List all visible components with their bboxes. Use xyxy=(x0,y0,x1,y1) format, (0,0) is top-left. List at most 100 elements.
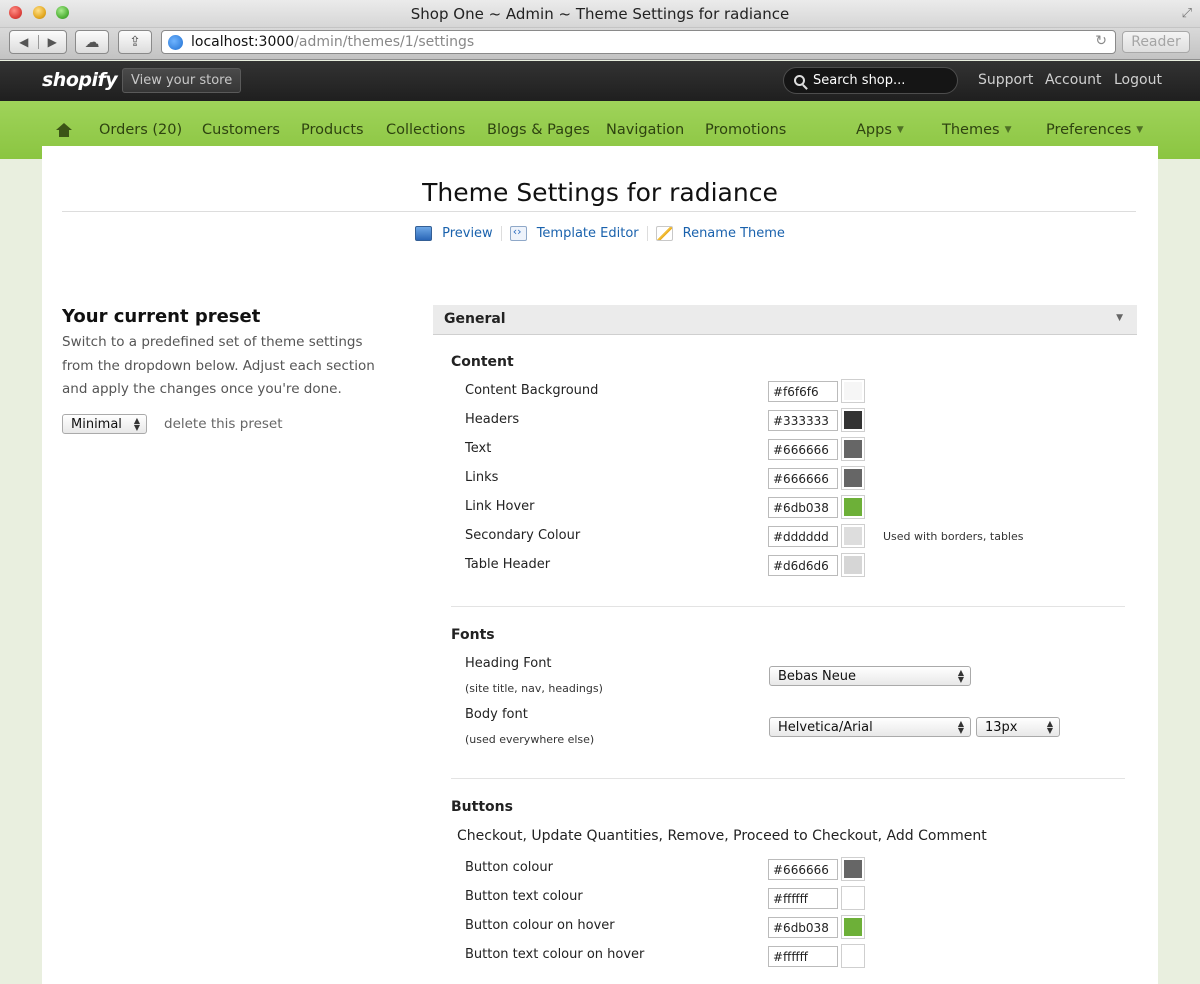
content-background-swatch[interactable] xyxy=(841,379,865,403)
monitor-icon xyxy=(415,226,433,241)
color-swatch-fill xyxy=(844,947,862,965)
link-hover-swatch[interactable] xyxy=(841,495,865,519)
body-font-select[interactable]: Helvetica/Arial ▲ ▼ xyxy=(769,717,971,737)
template-editor-link[interactable]: Template Editor xyxy=(500,225,647,241)
select-arrows-icon: ▲ ▼ xyxy=(1046,719,1053,735)
links-label: Links xyxy=(465,470,499,485)
nav-orders[interactable]: Orders (20) xyxy=(99,122,182,138)
back-forward-buttons: ◀ ▶ xyxy=(9,30,67,54)
button-text-colour-hover-swatch[interactable] xyxy=(841,944,865,968)
headers-swatch[interactable] xyxy=(841,408,865,432)
color-swatch-fill xyxy=(844,556,862,574)
heading-font-label: Heading Font xyxy=(465,656,552,671)
delete-preset-link[interactable]: delete this preset xyxy=(164,416,283,432)
support-link[interactable]: Support xyxy=(978,72,1033,88)
general-section-header[interactable]: General ▼ xyxy=(433,305,1137,335)
general-section-title: General xyxy=(444,311,506,327)
address-bar[interactable]: localhost:3000/admin/themes/1/settings ↻ xyxy=(161,30,1116,54)
page-title: Theme Settings for radiance xyxy=(422,178,778,207)
body-font-sub: (used everywhere else) xyxy=(465,733,595,746)
search-placeholder: Search shop... xyxy=(813,73,906,88)
select-arrows-icon: ▲ ▼ xyxy=(133,416,140,432)
content-group-title: Content xyxy=(451,354,514,370)
button-colour-hover-swatch[interactable] xyxy=(841,915,865,939)
back-arrow-icon[interactable]: ◀ xyxy=(10,35,38,49)
nav-collections[interactable]: Collections xyxy=(386,122,465,138)
group-divider xyxy=(451,778,1125,779)
color-swatch-fill xyxy=(844,527,862,545)
title-divider xyxy=(62,211,1136,212)
shopify-logo[interactable]: shopify xyxy=(42,69,118,91)
forward-arrow-icon[interactable]: ▶ xyxy=(37,35,67,49)
button-text-colour-label: Button text colour xyxy=(465,889,583,904)
nav-apps[interactable]: Apps ▼ xyxy=(856,122,904,138)
nav-preferences[interactable]: Preferences ▼ xyxy=(1046,122,1143,138)
nav-products[interactable]: Products xyxy=(301,122,364,138)
secondary-colour-swatch[interactable] xyxy=(841,524,865,548)
preview-link[interactable]: Preview xyxy=(407,226,501,241)
links-swatch[interactable] xyxy=(841,466,865,490)
window-titlebar: Shop One ~ Admin ~ Theme Settings for ra… xyxy=(0,0,1200,28)
color-swatch-fill xyxy=(844,918,862,936)
nav-blogs-pages[interactable]: Blogs & Pages xyxy=(487,122,590,138)
browser-toolbar: ◀ ▶ ☁ ⇪ localhost:3000/admin/themes/1/se… xyxy=(0,28,1200,60)
button-text-colour-swatch[interactable] xyxy=(841,886,865,910)
buttons-group-title: Buttons xyxy=(451,799,513,815)
logout-link[interactable]: Logout xyxy=(1114,72,1162,88)
button-text-colour-input[interactable]: #ffffff xyxy=(768,888,838,909)
fullscreen-icon[interactable]: ⤢ xyxy=(1182,6,1192,21)
preview-label: Preview xyxy=(442,226,493,241)
reload-icon[interactable]: ↻ xyxy=(1095,33,1107,49)
view-store-button[interactable]: View your store xyxy=(122,68,242,93)
secondary-colour-label: Secondary Colour xyxy=(465,528,581,543)
rename-theme-link[interactable]: Rename Theme xyxy=(646,226,793,241)
table-header-swatch[interactable] xyxy=(841,553,865,577)
reader-button[interactable]: Reader xyxy=(1122,31,1190,53)
secondary-colour-hint: Used with borders, tables xyxy=(883,530,1024,543)
globe-icon xyxy=(168,34,183,50)
body-font-label: Body font xyxy=(465,707,528,722)
link-hover-input[interactable]: #6db038 xyxy=(768,497,838,518)
content-background-input[interactable]: #f6f6f6 xyxy=(768,381,838,402)
heading-font-select[interactable]: Bebas Neue ▲ ▼ xyxy=(769,666,971,686)
home-icon[interactable] xyxy=(56,123,72,137)
admin-header: shopify View your store Search shop... S… xyxy=(0,61,1200,101)
buttons-description: Checkout, Update Quantities, Remove, Pro… xyxy=(457,828,987,844)
preset-select[interactable]: Minimal ▲ ▼ xyxy=(62,414,147,434)
account-link[interactable]: Account xyxy=(1045,72,1102,88)
share-icon[interactable]: ⇪ xyxy=(118,30,152,54)
select-arrows-icon: ▲ ▼ xyxy=(957,719,964,735)
body-font-size-select[interactable]: 13px ▲ ▼ xyxy=(976,717,1060,737)
cloud-icon[interactable]: ☁ xyxy=(75,30,109,54)
links-input[interactable]: #666666 xyxy=(768,468,838,489)
nav-customers[interactable]: Customers xyxy=(202,122,280,138)
headers-label: Headers xyxy=(465,412,520,427)
preset-description: Switch to a predefined set of theme sett… xyxy=(62,334,375,397)
text-swatch[interactable] xyxy=(841,437,865,461)
rename-theme-label: Rename Theme xyxy=(682,226,785,241)
content-background-label: Content Background xyxy=(465,383,599,398)
button-text-colour-hover-input[interactable]: #ffffff xyxy=(768,946,838,967)
search-input[interactable]: Search shop... xyxy=(783,67,958,94)
body-font-value: Helvetica/Arial xyxy=(778,719,873,735)
main-content: Theme Settings for radiance Preview Temp… xyxy=(42,146,1158,984)
nav-promotions[interactable]: Promotions xyxy=(705,122,786,138)
secondary-colour-input[interactable]: #dddddd xyxy=(768,526,838,547)
button-colour-swatch[interactable] xyxy=(841,857,865,881)
color-swatch-fill xyxy=(844,440,862,458)
color-swatch-fill xyxy=(844,382,862,400)
table-header-input[interactable]: #d6d6d6 xyxy=(768,555,838,576)
select-arrows-icon: ▲ ▼ xyxy=(957,668,964,684)
button-colour-input[interactable]: #666666 xyxy=(768,859,838,880)
nav-apps-label: Apps xyxy=(856,122,892,138)
search-icon xyxy=(794,75,805,86)
nav-navigation[interactable]: Navigation xyxy=(606,122,684,138)
headers-input[interactable]: #333333 xyxy=(768,410,838,431)
button-colour-hover-input[interactable]: #6db038 xyxy=(768,917,838,938)
preset-title: Your current preset xyxy=(62,306,261,327)
text-input[interactable]: #666666 xyxy=(768,439,838,460)
chevron-down-icon[interactable]: ▼ xyxy=(1116,313,1123,323)
color-swatch-fill xyxy=(844,498,862,516)
template-editor-label: Template Editor xyxy=(536,226,639,241)
nav-themes[interactable]: Themes ▼ xyxy=(942,122,1012,138)
